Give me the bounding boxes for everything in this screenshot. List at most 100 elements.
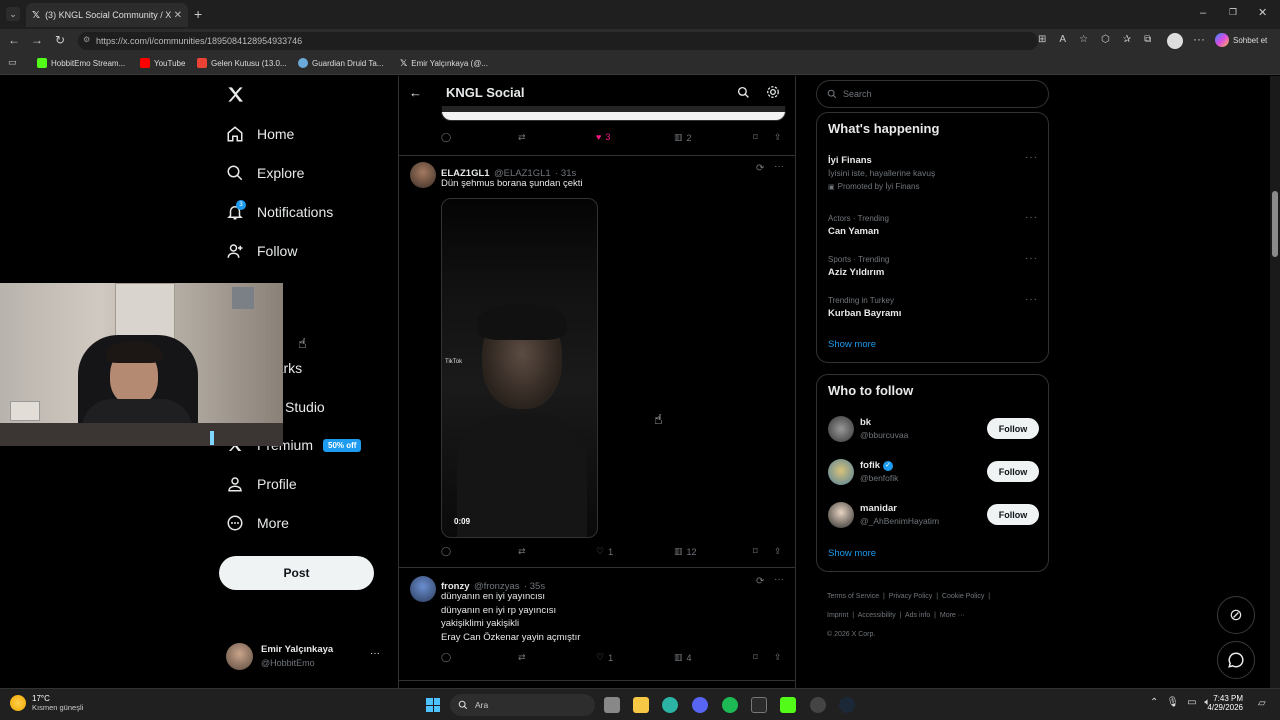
trend-menu-icon[interactable]: ··· <box>1025 212 1038 223</box>
post-item[interactable]: ELAZ1GL1 @ELAZ1GL1 · 31s ⟳ ··· Dün şehmu… <box>399 156 795 566</box>
bookmark-item[interactable]: Gelen Kutusu (13.0... <box>197 58 287 68</box>
post-menu-icon[interactable]: ··· <box>774 574 784 585</box>
nav-item-notifications[interactable]: 3 Notifications <box>226 200 333 221</box>
views-button[interactable]: ▥ 12 <box>674 546 697 557</box>
tray-expand-icon[interactable]: ⌃ <box>1150 697 1158 708</box>
close-window-icon[interactable]: ✕ <box>1258 6 1267 19</box>
footer-link[interactable]: Privacy Policy <box>889 593 933 600</box>
x-home-logo-icon[interactable] <box>226 85 245 104</box>
windows-start-icon[interactable] <box>426 698 440 712</box>
nav-item-profile[interactable]: Profile <box>226 475 297 493</box>
account-menu-icon[interactable]: ··· <box>370 648 380 659</box>
follow-suggestion[interactable]: bk @bburcuvaa Follow <box>817 413 1048 447</box>
footer-link[interactable]: Terms of Service <box>827 593 879 600</box>
copilot-button[interactable]: Sohbet et <box>1215 33 1267 47</box>
app-icon[interactable]: ⊞ <box>1038 34 1046 45</box>
settings-gear-icon[interactable] <box>766 85 780 99</box>
restore-icon[interactable]: ❐ <box>1229 7 1237 18</box>
trend-item[interactable]: Sports · Trending Aziz Yıldırım ··· <box>817 251 1048 285</box>
minimize-icon[interactable]: – <box>1200 7 1206 19</box>
bookmark-item[interactable]: HobbitEmo Stream... <box>37 58 125 68</box>
show-more-link[interactable]: Show more <box>828 339 876 350</box>
footer-link[interactable]: Cookie Policy <box>942 593 984 600</box>
post-button[interactable]: Post <box>219 556 374 590</box>
trend-menu-icon[interactable]: ··· <box>1025 253 1038 264</box>
bookmark-item[interactable]: YouTube <box>140 58 185 68</box>
share-icon[interactable]: ⇪ <box>774 652 782 663</box>
nav-item-home[interactable]: Home <box>226 125 294 143</box>
trend-menu-icon[interactable]: ··· <box>1025 152 1038 163</box>
reading-list-icon[interactable]: ▭ <box>8 57 17 68</box>
account-switcher[interactable]: Emir Yalçınkaya @HobbitEmo ··· <box>226 641 386 673</box>
grok-icon[interactable]: ⟳ <box>756 163 764 174</box>
microphone-icon[interactable]: 🎙︎ <box>1166 697 1179 708</box>
favorites-icon[interactable]: ✰ <box>1123 34 1131 45</box>
views-button[interactable]: ▥ 4 <box>674 652 692 663</box>
read-aloud-icon[interactable]: A <box>1059 34 1066 45</box>
spotify-icon[interactable] <box>722 697 738 713</box>
forward-icon[interactable]: → <box>31 33 43 47</box>
trend-menu-icon[interactable]: ··· <box>1025 294 1038 305</box>
scrollbar-track[interactable] <box>1270 76 1280 688</box>
site-info-icon[interactable]: ⚙ <box>83 35 90 44</box>
scrollbar-thumb[interactable] <box>1272 191 1278 257</box>
nav-item-explore[interactable]: Explore <box>226 164 304 182</box>
close-tab-icon[interactable]: ✕ <box>174 10 182 21</box>
footer-link[interactable]: Ads info <box>905 612 930 619</box>
repost-icon[interactable]: ⇄ <box>518 546 526 557</box>
more-menu-icon[interactable]: ··· <box>1193 32 1205 46</box>
back-arrow-icon[interactable]: ← <box>409 85 422 100</box>
weather-widget[interactable]: 17°C Kısmen güneşli <box>10 694 83 712</box>
terminal-icon[interactable] <box>751 697 767 713</box>
footer-link[interactable]: Accessibility <box>858 612 896 619</box>
like-button[interactable]: ♡ 1 <box>596 652 613 663</box>
file-explorer-icon[interactable] <box>633 697 649 713</box>
taskbar-search[interactable]: Ara <box>450 694 595 716</box>
url-field[interactable]: ⚙ https://x.com/i/communities/1895084128… <box>78 32 1038 50</box>
messages-button[interactable] <box>1217 641 1255 679</box>
favorite-star-icon[interactable]: ☆ <box>1079 34 1088 45</box>
profile-avatar[interactable] <box>1167 33 1183 49</box>
follow-suggestion[interactable]: manidar @_AhBenimHayatim Follow <box>817 499 1048 533</box>
trend-item[interactable]: İyi Finans İyisini iste, hayallerine kav… <box>817 151 1048 195</box>
discord-icon[interactable] <box>692 697 708 713</box>
share-icon[interactable]: ⇪ <box>774 546 782 557</box>
bookmark-icon[interactable]: ⌑ <box>753 546 758 557</box>
nav-item-more[interactable]: More <box>226 514 289 532</box>
reply-icon[interactable]: ◯ <box>441 132 451 143</box>
reply-icon[interactable]: ◯ <box>441 652 451 663</box>
repost-icon[interactable]: ⇄ <box>518 132 526 143</box>
search-input[interactable]: Search <box>816 80 1049 108</box>
bookmark-item[interactable]: Guardian Druid Ta... <box>298 58 383 68</box>
bookmark-item[interactable]: 𝕏 Emir Yalçınkaya (@... <box>400 58 488 69</box>
like-button[interactable]: ♥ 3 <box>596 132 610 142</box>
clock[interactable]: 7:43 PM 4/29/2026 <box>1198 694 1243 712</box>
notifications-center-icon[interactable]: ▱ <box>1258 698 1266 709</box>
video-player[interactable]: TikTok 0:09 <box>441 198 598 538</box>
footer-link[interactable]: More ··· <box>940 612 965 619</box>
trend-item[interactable]: Trending in Turkey Kurban Bayramı ··· <box>817 292 1048 326</box>
share-icon[interactable]: ⇪ <box>774 132 782 143</box>
grok-icon[interactable]: ⟳ <box>756 576 764 587</box>
repost-icon[interactable]: ⇄ <box>518 652 526 663</box>
show-more-link[interactable]: Show more <box>828 548 876 559</box>
like-button[interactable]: ♡ 1 <box>596 546 613 557</box>
back-icon[interactable]: ← <box>8 33 20 47</box>
trend-item[interactable]: Actors · Trending Can Yaman ··· <box>817 210 1048 244</box>
follow-button[interactable]: Follow <box>987 504 1039 525</box>
post-item[interactable]: fronzy @fronzyas · 35s ⟳ ··· dünyanın en… <box>399 568 795 678</box>
views-button[interactable]: ▥ 2 <box>674 132 692 143</box>
follow-button[interactable]: Follow <box>987 461 1039 482</box>
follow-suggestion[interactable]: fofik ✓ @benfofik Follow <box>817 456 1048 490</box>
bookmark-icon[interactable]: ⌑ <box>753 652 758 663</box>
collections-icon[interactable]: ⧉ <box>1144 34 1151 45</box>
footer-link[interactable]: Imprint <box>827 612 848 619</box>
grok-button[interactable]: ⊘ <box>1217 596 1255 634</box>
extensions-icon[interactable]: ⬡ <box>1101 34 1110 45</box>
tab-actions-icon[interactable]: ⌄ <box>6 7 20 21</box>
steam-icon[interactable] <box>839 697 855 713</box>
post-menu-icon[interactable]: ··· <box>774 161 784 172</box>
refresh-icon[interactable]: ↻ <box>55 33 65 47</box>
follow-button[interactable]: Follow <box>987 418 1039 439</box>
monitor-icon[interactable]: ▭ <box>1187 697 1196 708</box>
